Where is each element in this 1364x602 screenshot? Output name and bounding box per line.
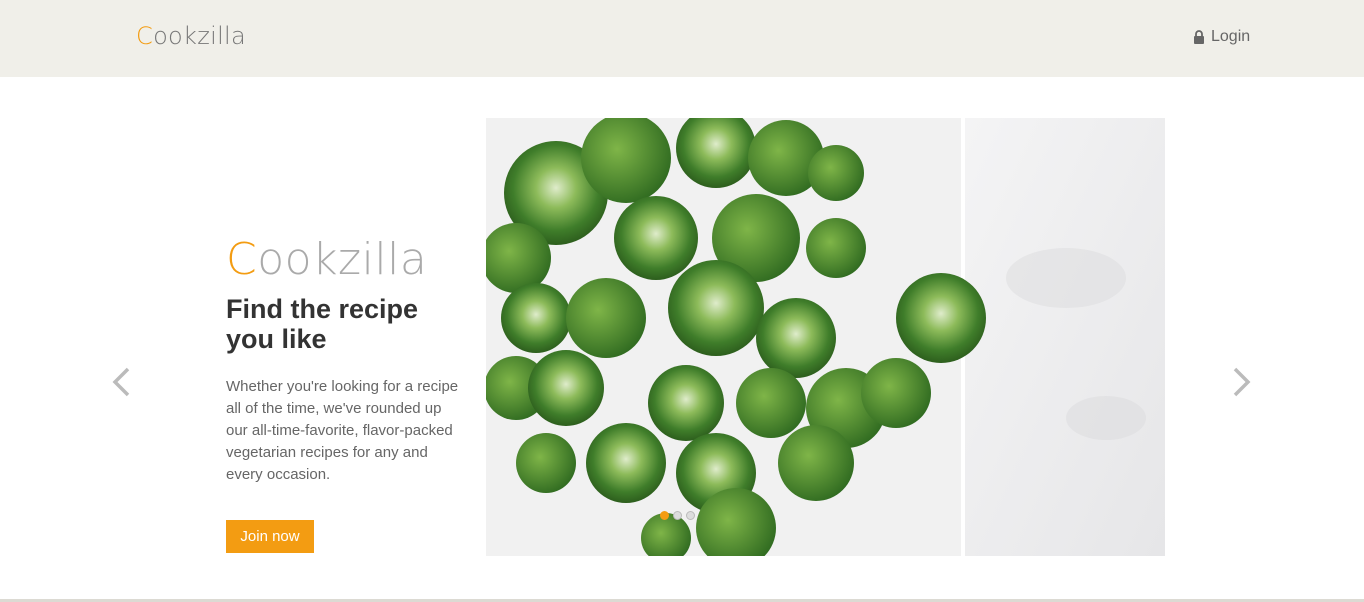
carousel-dot-2[interactable] <box>673 511 682 520</box>
carousel-indicators <box>660 511 695 520</box>
carousel-dot-1[interactable] <box>660 511 669 520</box>
hero-description: Whether you're looking for a recipe all … <box>226 378 459 483</box>
brussels-sprouts-photo <box>486 118 1165 556</box>
logo-rest: ookzilla <box>153 22 247 50</box>
site-logo[interactable]: Cookzilla <box>136 22 246 50</box>
chevron-right-icon[interactable] <box>1225 362 1255 402</box>
carousel-dot-3[interactable] <box>686 511 695 520</box>
login-label: Login <box>1211 28 1251 45</box>
hero-brand-rest: ookzilla <box>257 234 428 285</box>
logo-initial: C <box>136 22 154 50</box>
login-link[interactable]: Login <box>1193 28 1250 46</box>
top-bar: Cookzilla Login <box>0 0 1364 77</box>
hero-brand-initial: C <box>226 234 258 285</box>
carousel-slide <box>486 118 1165 556</box>
lock-icon <box>1194 30 1204 44</box>
join-now-button[interactable]: Join now <box>226 520 314 553</box>
chevron-left-icon[interactable] <box>108 362 138 402</box>
hero-brand: Cookzilla <box>226 234 427 285</box>
hero-headline: Find the recipe you like <box>226 294 419 354</box>
